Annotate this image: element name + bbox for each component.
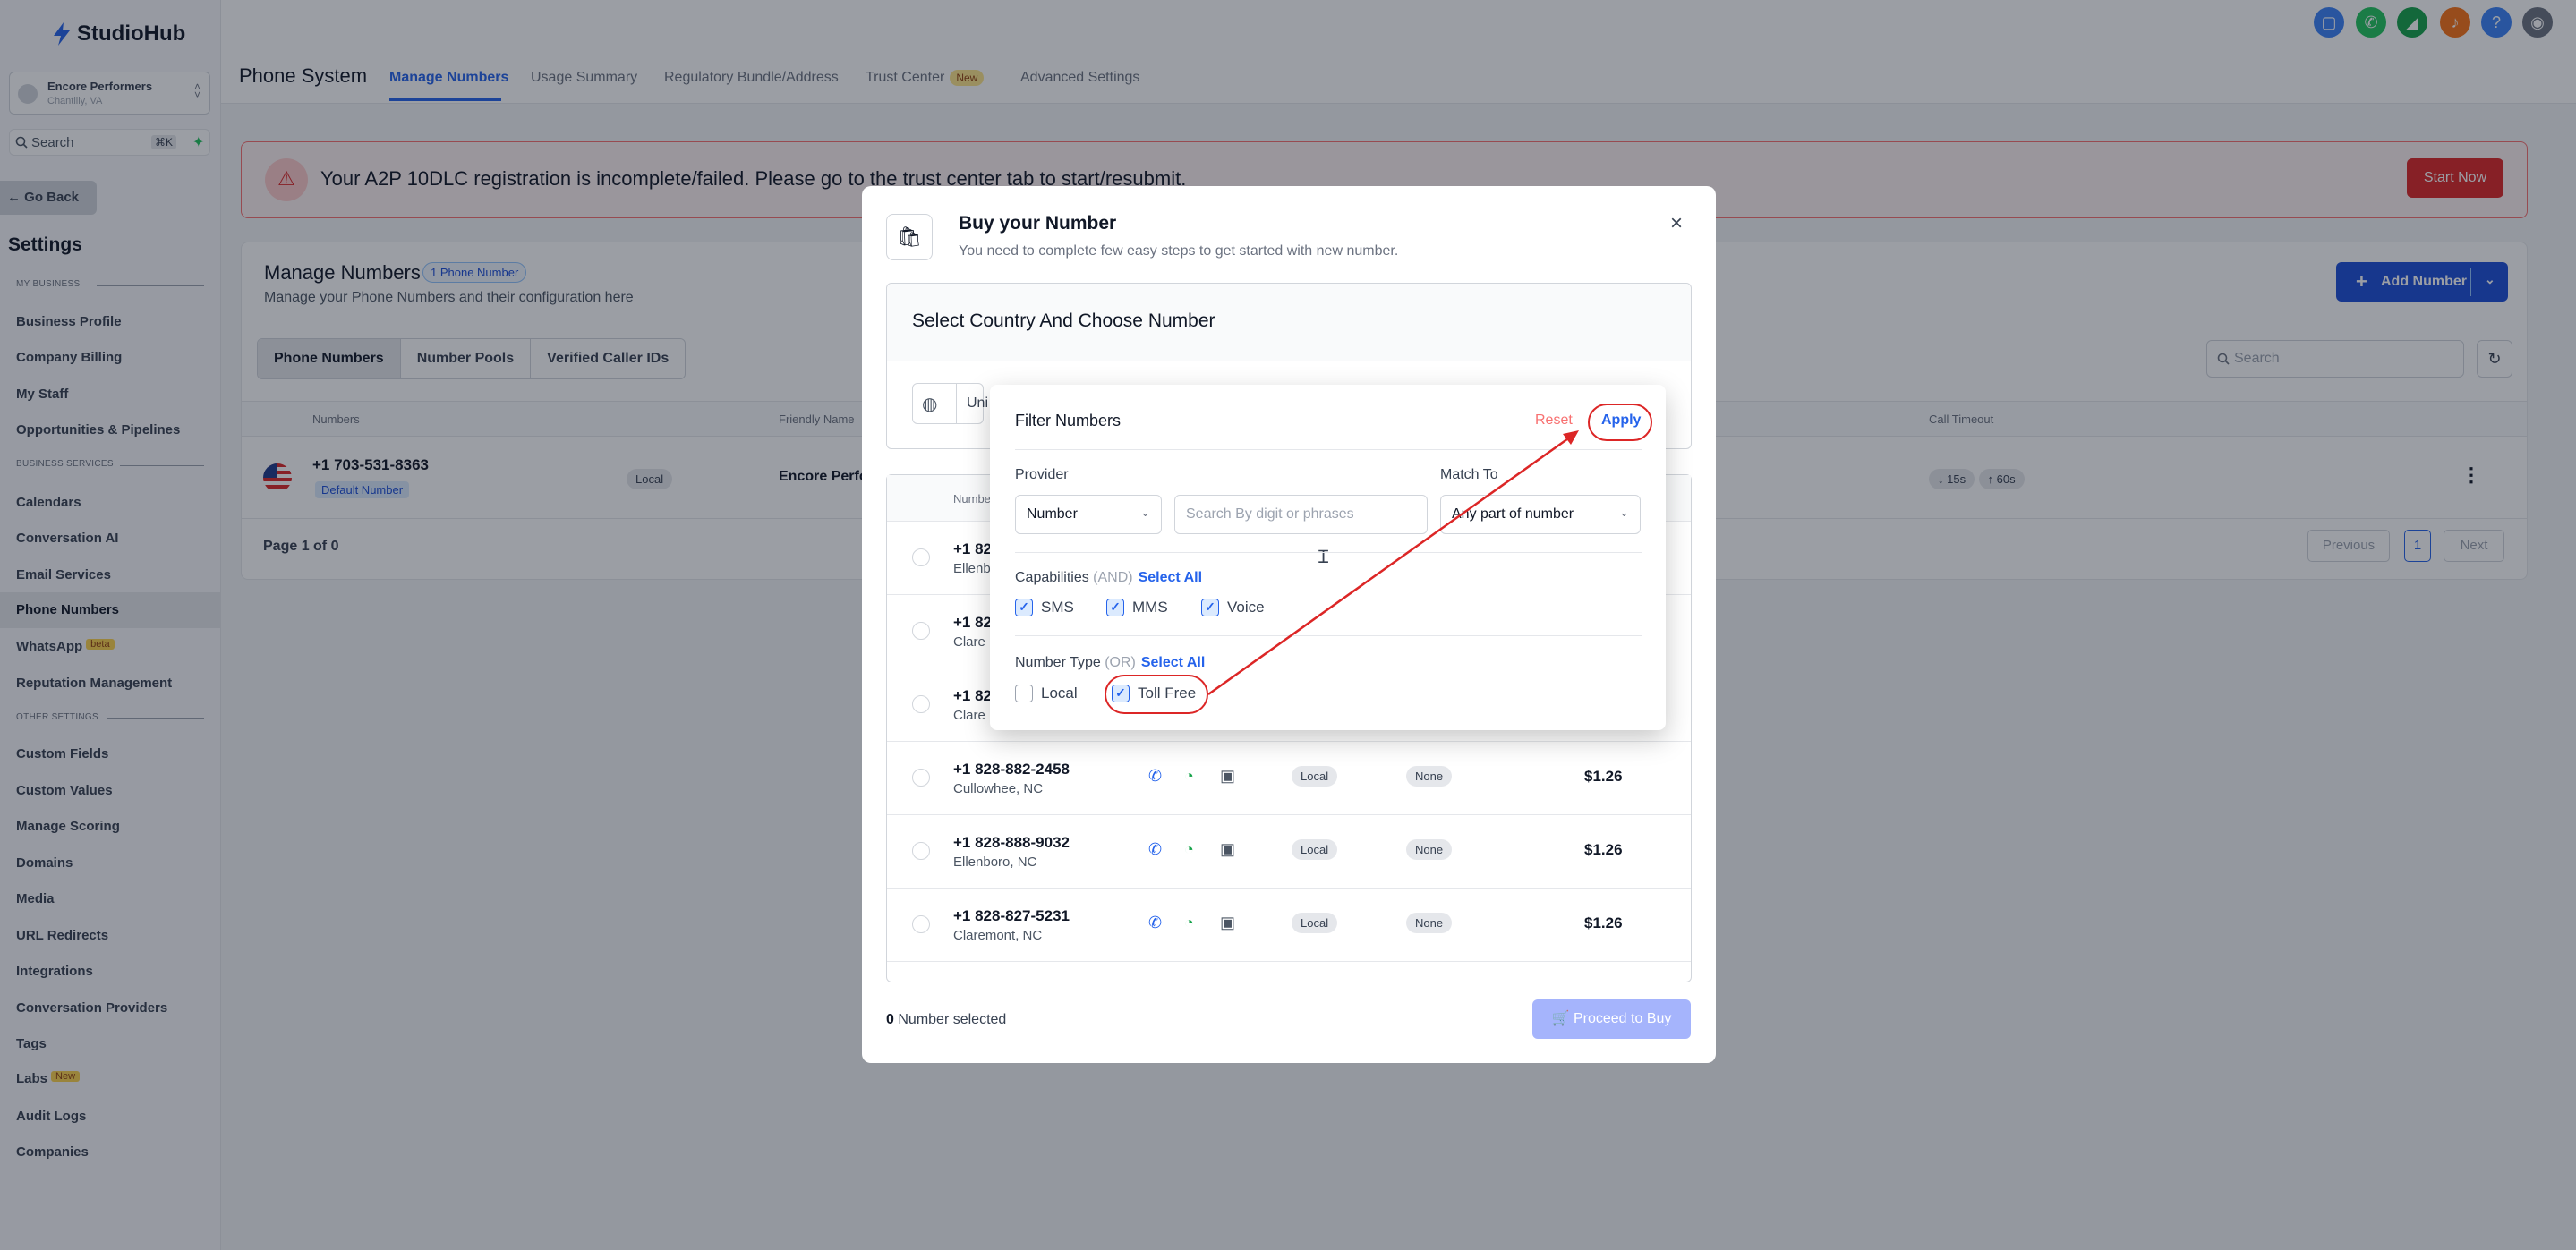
annotation-arrow (1207, 430, 1579, 696)
